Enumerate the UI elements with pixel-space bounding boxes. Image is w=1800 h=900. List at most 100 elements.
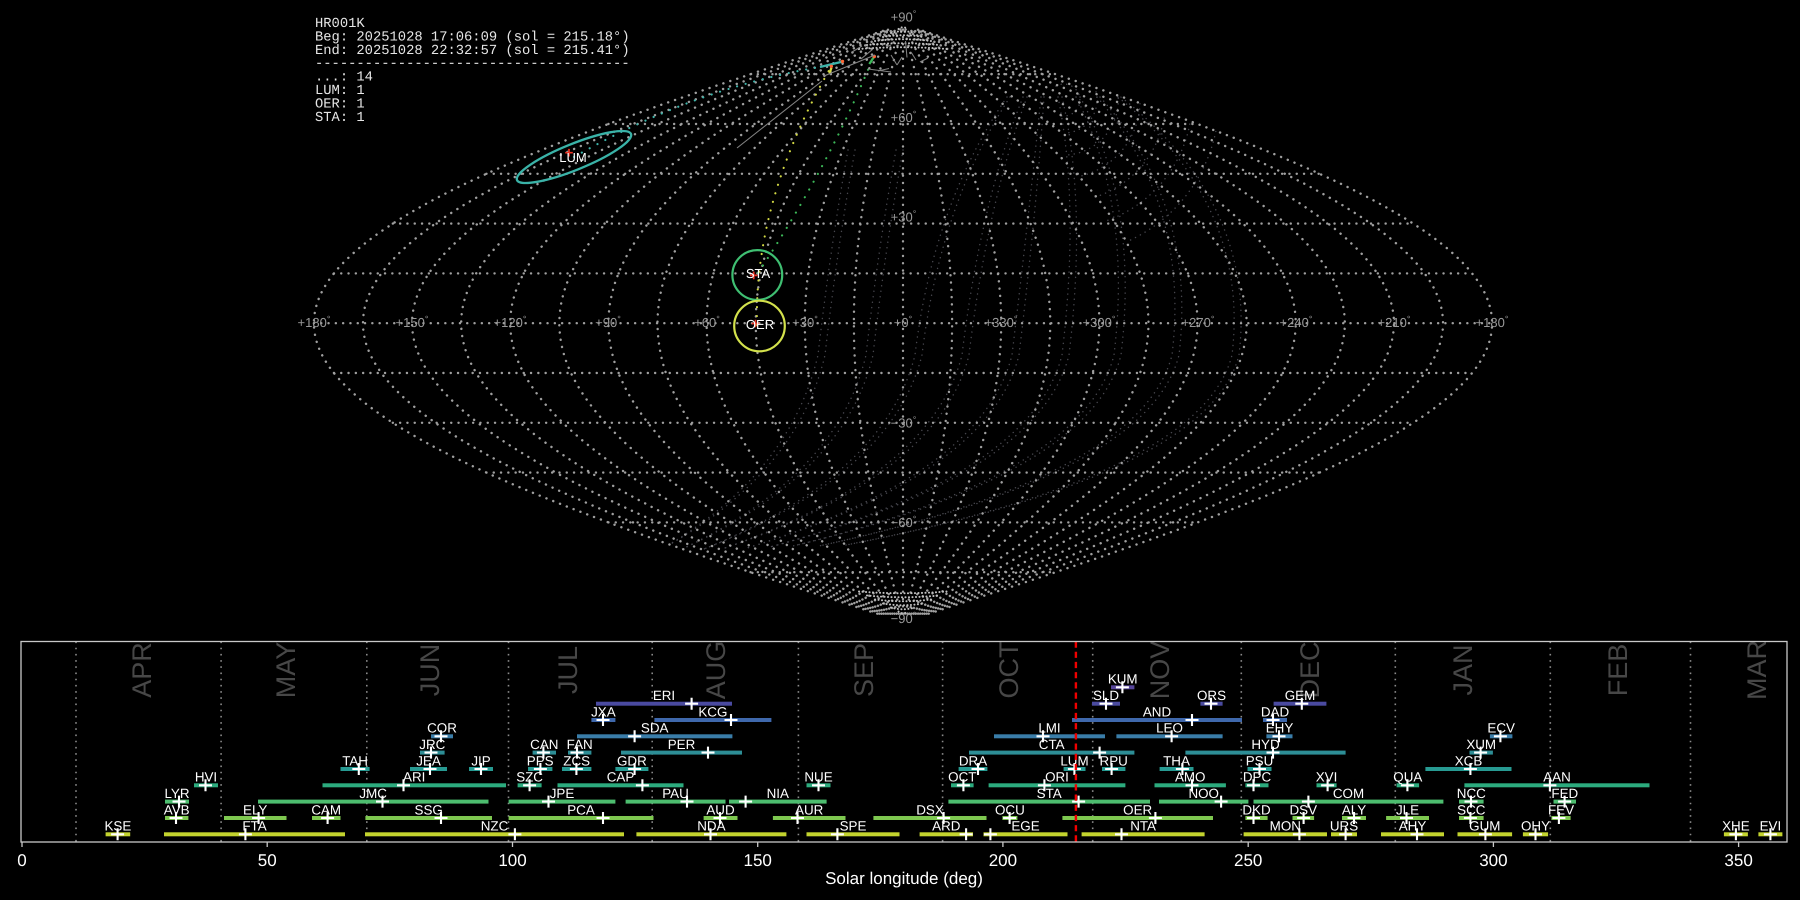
svg-text:XVI: XVI [1316,770,1338,785]
svg-text:STA: STA [1037,786,1062,801]
svg-text:MAY: MAY [271,642,301,699]
svg-text:PER: PER [668,737,696,752]
svg-text:KCG: KCG [698,704,727,719]
svg-text:ARI: ARI [403,770,425,785]
svg-text:APR: APR [127,642,157,698]
svg-text:FEB: FEB [1603,644,1633,697]
svg-text:AMO: AMO [1175,770,1206,785]
svg-text:JRC: JRC [419,737,445,752]
svg-text:DSX: DSX [916,802,944,817]
svg-text:DAD: DAD [1261,704,1290,719]
svg-text:ARD: ARD [932,819,961,834]
svg-text:LEO: LEO [1156,721,1183,736]
svg-text:OCT: OCT [994,642,1024,699]
svg-text:ORS: ORS [1197,688,1226,703]
svg-text:+120°: +120° [494,314,527,330]
svg-text:NOV: NOV [1145,641,1175,700]
svg-text:AUG: AUG [701,641,731,700]
svg-text:MON: MON [1270,819,1301,834]
svg-text:COR: COR [427,721,457,736]
svg-text:NIA: NIA [767,786,789,801]
svg-text:KSE: KSE [105,819,132,834]
svg-text:HVI: HVI [195,770,217,785]
svg-text:AND: AND [1143,704,1172,719]
svg-text:EVI: EVI [1760,819,1782,834]
svg-text:50: 50 [258,851,277,870]
svg-text:SPE: SPE [840,819,867,834]
svg-text:JMC: JMC [359,786,387,801]
svg-text:OHY: OHY [1521,819,1550,834]
svg-text:200: 200 [989,851,1017,870]
svg-text:OCT: OCT [948,770,976,785]
svg-text:SEP: SEP [849,643,879,697]
svg-text:150: 150 [744,851,772,870]
svg-text:CAN: CAN [530,737,558,752]
svg-text:NOO: NOO [1188,786,1219,801]
svg-text:350: 350 [1724,851,1752,870]
svg-text:SLD: SLD [1093,688,1119,703]
svg-text:OER: OER [1123,802,1152,817]
svg-text:PCA: PCA [567,802,595,817]
svg-text:JXA: JXA [591,704,616,719]
svg-text:JUN: JUN [415,644,445,697]
svg-text:EGE: EGE [1011,819,1039,834]
svg-text:0: 0 [17,851,26,870]
svg-text:+180°: +180° [1476,314,1509,330]
svg-text:NDA: NDA [697,819,725,834]
svg-text:DKD: DKD [1242,802,1271,817]
svg-text:DPC: DPC [1243,770,1272,785]
svg-text:SSG: SSG [415,802,443,817]
svg-text:+180°: +180° [298,314,331,330]
svg-text:CAP: CAP [607,770,635,785]
svg-text:NCC: NCC [1457,786,1486,801]
svg-text:GDR: GDR [617,753,647,768]
svg-text:+210°: +210° [1378,314,1411,330]
svg-text:SDA: SDA [641,721,669,736]
svg-text:100: 100 [498,851,526,870]
svg-text:URS: URS [1330,819,1358,834]
svg-text:QUA: QUA [1393,770,1422,785]
svg-text:PPS: PPS [527,753,554,768]
svg-text:PAU: PAU [662,786,689,801]
svg-text:OER: OER [746,317,774,332]
svg-text:+330°: +330° [985,314,1018,330]
svg-text:LUM: LUM [1060,753,1088,768]
svg-text:JEA: JEA [416,753,441,768]
svg-text:OCU: OCU [995,802,1025,817]
svg-text:MAR: MAR [1742,640,1772,700]
svg-text:KUM: KUM [1108,672,1138,687]
svg-text:Solar longitude (deg): Solar longitude (deg) [825,869,983,888]
svg-text:AUR: AUR [795,802,824,817]
svg-text:RPU: RPU [1100,753,1128,768]
svg-text:DSV: DSV [1290,802,1318,817]
svg-text:DRA: DRA [959,753,987,768]
svg-text:AHY: AHY [1399,819,1427,834]
svg-text:ZCS: ZCS [563,753,590,768]
svg-text:SZC: SZC [516,770,543,785]
svg-text:300: 300 [1479,851,1507,870]
svg-text:AUD: AUD [706,802,735,817]
svg-text:JAN: JAN [1448,644,1478,695]
svg-text:ORI: ORI [1045,770,1069,785]
svg-text:TAH: TAH [342,753,368,768]
svg-text:AVB: AVB [164,802,190,817]
svg-text:ERI: ERI [653,688,675,703]
svg-text:+240°: +240° [1280,314,1313,330]
svg-text:FTA: FTA [242,819,266,834]
svg-text:LYR: LYR [164,786,189,801]
svg-text:+150°: +150° [396,314,429,330]
svg-text:LUM: LUM [559,150,586,165]
svg-text:+270°: +270° [1182,314,1215,330]
svg-text:NZC: NZC [481,819,509,834]
svg-text:JUL: JUL [553,646,583,694]
svg-text:JPE: JPE [550,786,575,801]
svg-text:XHE: XHE [1722,819,1750,834]
svg-text:GUM: GUM [1469,819,1500,834]
svg-text:ELY: ELY [243,802,267,817]
svg-text:NUE: NUE [804,770,832,785]
svg-text:FED: FED [1551,786,1578,801]
svg-text:JLE: JLE [1396,802,1419,817]
svg-text:XUM: XUM [1466,737,1496,752]
svg-text:GEM: GEM [1285,688,1316,703]
svg-text:ALY: ALY [1342,802,1366,817]
